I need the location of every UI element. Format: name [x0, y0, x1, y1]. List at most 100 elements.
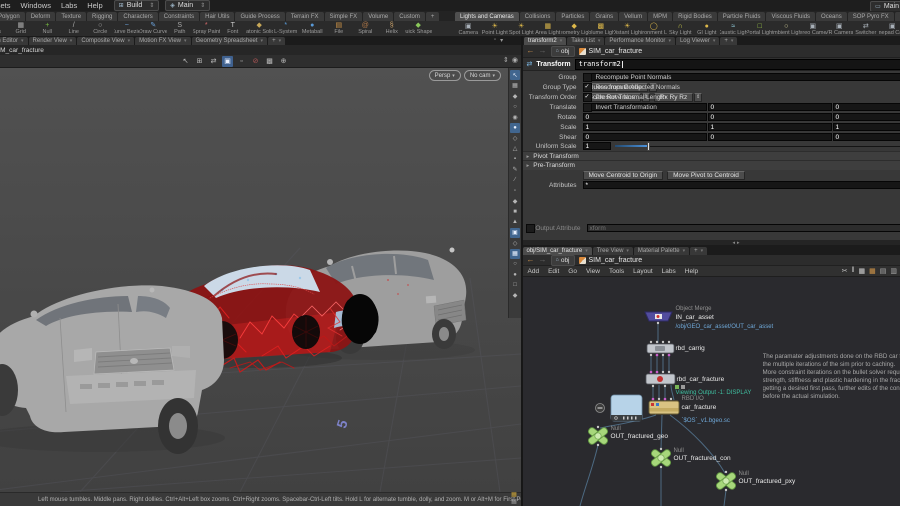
shelf-tool[interactable]: ✎ Draw Curve — [140, 21, 167, 36]
shelf-tool[interactable]: S Path — [167, 21, 194, 36]
shelf-tab[interactable]: Grains — [590, 12, 618, 21]
display-option-icon[interactable]: ∕ — [510, 175, 520, 185]
shelf-tool[interactable]: ☀ Distant Light — [614, 22, 641, 36]
display-option-icon[interactable]: ▣ — [510, 228, 520, 238]
pane-tab[interactable]: Motion FX View — [135, 37, 190, 45]
network-menu-item[interactable]: Layout — [633, 268, 653, 275]
breadcrumb-root[interactable]: ⌂ obj — [551, 255, 575, 266]
display-option-icon[interactable]: ◆ — [510, 291, 520, 301]
snap-icon[interactable]: ⇕ — [503, 56, 509, 64]
node-out-fractured-geo[interactable] — [587, 426, 609, 445]
shelf-tab[interactable]: Oceans — [816, 12, 847, 21]
network-toolbar-icon[interactable]: ▤ — [880, 267, 887, 275]
attributes-field[interactable]: * — [583, 181, 900, 189]
forward-icon[interactable]: → — [539, 47, 547, 55]
rotate-y-field[interactable]: 0 — [708, 113, 832, 121]
shear-z-field[interactable]: 0 — [833, 133, 900, 141]
node-out-fractured-pxy[interactable] — [715, 471, 737, 490]
shelf-tab[interactable]: Terrain FX — [286, 12, 324, 21]
shelf-tool[interactable]: ● Metaball — [299, 21, 326, 36]
shelf-tool[interactable]: * L-System — [273, 21, 300, 36]
shear-y-field[interactable]: 0 — [708, 133, 832, 141]
uniform-scale-field[interactable]: 1 — [583, 142, 611, 150]
breadcrumb-root[interactable]: ⌂ obj — [551, 46, 575, 57]
node-name-label[interactable]: car_fracture — [682, 404, 717, 411]
shelf-tool[interactable]: @ Spiral — [352, 21, 379, 36]
shelf-tab[interactable]: Texture — [56, 12, 86, 21]
node-car-fracture[interactable] — [595, 395, 679, 421]
shelf-tool[interactable]: ○ Ambient Light — [773, 22, 800, 36]
menu-windows[interactable]: Windows — [16, 1, 56, 10]
shelf-tool[interactable]: ▩ Volume Light — [588, 22, 615, 36]
display-option-icon[interactable]: ● — [510, 123, 520, 133]
pane-tab[interactable]: Log Viewer — [676, 37, 719, 45]
shelf-tab[interactable]: Particle Fluids — [718, 12, 766, 21]
shelf-tab[interactable]: Deform — [26, 12, 56, 21]
display-option-icon[interactable]: ◇ — [510, 133, 520, 143]
shelf-tool[interactable]: ▤ File — [326, 21, 353, 36]
shelf-tab[interactable]: Guide Process — [235, 12, 284, 21]
display-option-icon[interactable]: ◇ — [510, 238, 520, 248]
shelf-tool[interactable]: ◆ Quick Shapes — [405, 21, 432, 36]
node-name-label[interactable]: IN_car_asset — [676, 314, 714, 321]
desktop-selector[interactable]: ◈ Main ⇕ — [165, 0, 210, 11]
display-option-icon[interactable]: ▫ — [510, 186, 520, 196]
scale-x-field[interactable]: 1 — [583, 123, 707, 131]
pane-tab[interactable]: + — [268, 37, 285, 45]
display-option-icon[interactable]: ✎ — [510, 165, 520, 175]
breadcrumb-node[interactable]: SIM_car_fracture — [579, 48, 643, 55]
pane-tab[interactable]: Tree View — [593, 247, 633, 255]
node-out-fractured-con[interactable] — [650, 448, 672, 467]
shelf-tool[interactable]: + Null — [34, 21, 61, 36]
uniform-scale-slider[interactable] — [615, 142, 900, 151]
pane-tab[interactable]: Geometry Spreadsheet — [192, 37, 268, 45]
pane-tab[interactable]: Animation Editor — [0, 37, 28, 45]
shelf-tab[interactable]: Particles — [556, 12, 589, 21]
shelf-tool[interactable]: ◯ Environment Light — [641, 22, 668, 36]
display-option-icon[interactable]: △ — [510, 144, 520, 154]
move-centroid-button[interactable]: Move Centroid to Origin — [583, 171, 664, 180]
pane-tab[interactable]: Material Palette — [634, 247, 689, 255]
shelf-tool[interactable]: ⇄ Switcher — [853, 22, 880, 36]
shelf-tool[interactable]: ▣ Gamepad Camera — [879, 22, 900, 36]
display-option-icon[interactable]: ◆ — [510, 196, 520, 206]
back-icon[interactable]: ← — [527, 47, 535, 55]
shelf-tool[interactable]: ☀ Point Light — [482, 22, 509, 36]
viewport-tool-icon[interactable]: ⊘ — [250, 56, 261, 67]
node-name-label[interactable]: rbd_car_fracture — [677, 376, 725, 383]
breadcrumb-node[interactable]: SIM_car_fracture — [579, 257, 643, 264]
checkbox-row[interactable]: Invert Transformation — [583, 103, 900, 111]
display-option-icon[interactable]: ◉ — [510, 112, 520, 122]
shelf-tool[interactable]: § Helix — [379, 21, 406, 36]
node-name-label[interactable]: OUT_fractured_con — [674, 455, 731, 462]
shelf-tab[interactable]: SOP Pyro FX — [848, 12, 894, 21]
workspace-selector[interactable]: ⊞ Build ⇕ — [114, 0, 160, 11]
grid-display-icon[interactable]: ▦ — [511, 499, 517, 506]
node-name-field[interactable]: transform2 — [575, 59, 900, 70]
node-name-label[interactable]: OUT_fractured_geo — [611, 433, 668, 440]
checkbox-row[interactable]: Preserve Normal Length — [583, 93, 900, 101]
display-option-icon[interactable]: ▲ — [510, 217, 520, 227]
rotate-z-field[interactable]: 0 — [833, 113, 900, 121]
slider-handle[interactable] — [647, 142, 650, 151]
shelf-tool[interactable]: ▣ Camera — [455, 22, 482, 36]
display-option-icon[interactable]: ● — [510, 270, 520, 280]
scale-y-field[interactable]: 1 — [708, 123, 832, 131]
shelf-tab[interactable]: Viscous Fluids — [766, 12, 815, 21]
shelf-tab[interactable]: Lights and Cameras — [455, 12, 519, 21]
network-menu-item[interactable]: Tools — [609, 268, 624, 275]
checkbox-row[interactable]: Recompute Affected Normals — [583, 83, 900, 91]
shelf-tab[interactable]: Simple FX — [325, 12, 363, 21]
display-option-icon[interactable]: ▦ — [510, 249, 520, 259]
shelf-tool[interactable]: T Font — [220, 21, 247, 36]
shelf-tab[interactable]: + — [426, 12, 440, 21]
viewport-tool-icon[interactable]: ⊕ — [278, 56, 289, 67]
shelf-tool[interactable]: □ Portal Light — [747, 22, 774, 36]
menu-labs[interactable]: Labs — [56, 1, 82, 10]
network-toolbar-icon[interactable]: ✂ — [842, 267, 848, 275]
shelf-tab[interactable]: Volume — [363, 12, 393, 21]
shelf-tool[interactable]: ● GI Light — [694, 22, 721, 36]
shelf-tool[interactable]: ▦ Grid — [8, 21, 35, 36]
shelf-tool[interactable]: ≈ Caustic Light — [720, 22, 747, 36]
network-menu-item[interactable]: View — [586, 268, 600, 275]
